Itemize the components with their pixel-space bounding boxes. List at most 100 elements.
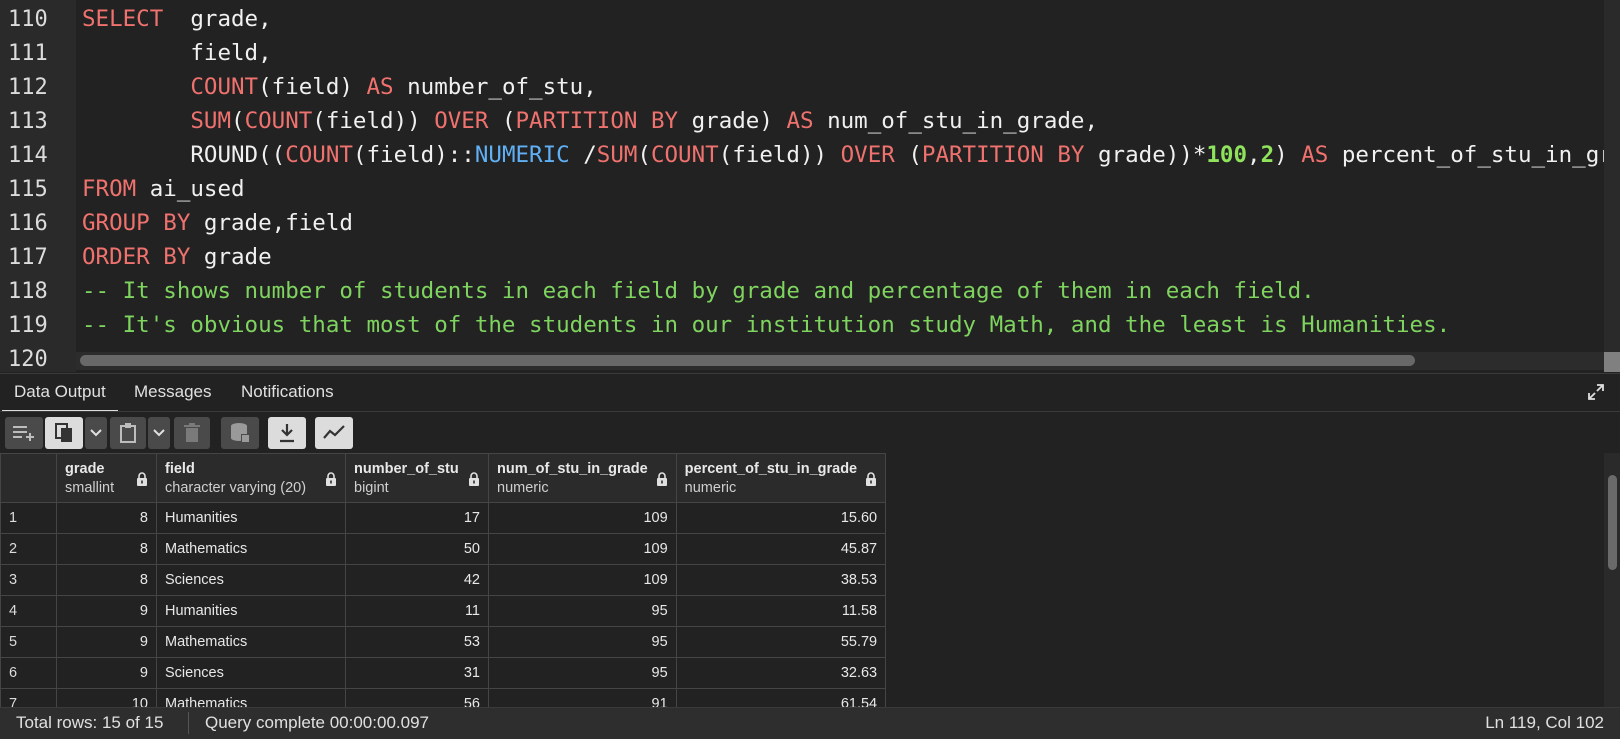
code-line[interactable]: FROM ai_used — [82, 172, 245, 207]
code-token: PARTITION BY — [921, 142, 1085, 168]
code-line[interactable]: GROUP BY grade,field — [82, 206, 353, 241]
table-cell[interactable]: Mathematics — [156, 626, 346, 658]
table-cell[interactable]: 8 — [56, 533, 157, 565]
grid-scrollbar-thumb[interactable] — [1608, 475, 1617, 570]
table-cell[interactable]: 109 — [488, 533, 677, 565]
column-header-percent-of-stu-in-grade[interactable]: percent_of_stu_in_grade numeric — [675, 453, 887, 503]
table-cell[interactable]: 42 — [345, 564, 489, 596]
table-cell[interactable]: 95 — [488, 595, 677, 627]
row-number-cell[interactable]: 6 — [0, 657, 57, 689]
table-cell[interactable]: 31 — [345, 657, 489, 689]
row-number-header[interactable] — [0, 453, 57, 503]
table-row[interactable]: 2 8 Mathematics 50 109 45.87 — [0, 533, 887, 565]
row-number-cell[interactable]: 3 — [0, 564, 57, 596]
table-cell[interactable]: 10 — [56, 688, 157, 707]
lock-icon — [326, 472, 336, 486]
editor-vertical-scrollbar[interactable] — [1604, 0, 1620, 372]
code-token: grade — [190, 244, 272, 270]
download-button[interactable] — [268, 417, 306, 449]
line-number: 116 — [8, 211, 48, 236]
sql-editor[interactable]: 110 111 112 113 114 115 116 117 118 119 120 SELECT… — [0, 0, 1620, 372]
line-number: 118 — [8, 279, 48, 304]
table-cell[interactable]: Mathematics — [156, 688, 346, 707]
row-number-cell[interactable]: 7 — [0, 688, 57, 707]
table-cell[interactable]: 91 — [488, 688, 677, 707]
editor-horizontal-scrollbar-thumb[interactable] — [80, 355, 1415, 366]
table-cell[interactable]: 55.79 — [675, 626, 887, 658]
column-header-number-of-stu[interactable]: number_of_stu bigint — [345, 453, 489, 503]
table-cell[interactable]: 11.58 — [675, 595, 887, 627]
code-token: num_of_stu_in_grade, — [813, 108, 1099, 134]
code-line[interactable]: ROUND((COUNT(field)::NUMERIC /SUM(COUNT(… — [82, 138, 1604, 173]
expand-icon[interactable] — [1586, 382, 1606, 402]
table-cell[interactable]: 8 — [56, 564, 157, 596]
table-cell[interactable]: 38.53 — [675, 564, 887, 596]
table-cell[interactable]: 15.60 — [675, 502, 887, 534]
table-cell[interactable]: 50 — [345, 533, 489, 565]
paste-options-dropdown[interactable] — [148, 417, 170, 449]
line-number: 119 — [8, 313, 48, 338]
table-cell[interactable]: 11 — [345, 595, 489, 627]
code-token: COUNT — [650, 142, 719, 168]
table-cell[interactable]: 56 — [345, 688, 489, 707]
table-cell[interactable]: 9 — [56, 657, 157, 689]
code-token: PARTITION BY — [515, 108, 679, 134]
table-cell[interactable]: 32.63 — [675, 657, 887, 689]
column-header-num-of-stu-in-grade[interactable]: num_of_stu_in_grade numeric — [488, 453, 677, 503]
table-cell[interactable]: 109 — [488, 564, 677, 596]
code-line[interactable]: -- It shows number of students in each f… — [82, 274, 1315, 309]
table-cell[interactable]: Humanities — [156, 502, 346, 534]
code-line[interactable]: SUM(COUNT(field)) OVER (PARTITION BY gra… — [82, 104, 1098, 139]
table-cell[interactable]: 9 — [56, 626, 157, 658]
add-row-button[interactable] — [5, 417, 43, 449]
column-header-field[interactable]: field character varying (20) — [156, 453, 346, 503]
copy-options-dropdown[interactable] — [85, 417, 107, 449]
code-token: (field) — [258, 74, 367, 100]
code-line[interactable]: -- It's obvious that most of the student… — [82, 308, 1450, 343]
row-number-cell[interactable]: 4 — [0, 595, 57, 627]
copy-button[interactable] — [45, 417, 83, 449]
code-line[interactable]: SELECT grade, — [82, 2, 272, 37]
graph-visualiser-button[interactable] — [315, 417, 353, 449]
table-cell[interactable]: Humanities — [156, 595, 346, 627]
query-complete-label: Query complete 00:00:00.097 — [205, 713, 429, 732]
paste-button[interactable] — [110, 417, 146, 449]
column-header-grade[interactable]: grade smallint — [56, 453, 157, 503]
code-token: field, — [82, 40, 272, 66]
table-cell[interactable]: 8 — [56, 502, 157, 534]
table-cell[interactable]: 53 — [345, 626, 489, 658]
tab-data-output[interactable]: Data Output — [2, 374, 118, 413]
code-token: (field):: — [352, 142, 475, 168]
row-number-cell[interactable]: 2 — [0, 533, 57, 565]
table-cell[interactable]: 95 — [488, 657, 677, 689]
table-cell[interactable]: 95 — [488, 626, 677, 658]
table-cell[interactable]: 17 — [345, 502, 489, 534]
lock-icon — [137, 472, 147, 486]
tab-messages[interactable]: Messages — [122, 374, 223, 410]
table-row[interactable]: 7 10 Mathematics 56 91 61.54 — [0, 688, 887, 707]
table-cell[interactable]: Sciences — [156, 564, 346, 596]
code-line[interactable]: field, — [82, 36, 272, 71]
code-line[interactable]: ORDER BY grade — [82, 240, 272, 275]
table-row[interactable]: 1 8 Humanities 17 109 15.60 — [0, 502, 887, 534]
table-cell[interactable]: 109 — [488, 502, 677, 534]
table-cell[interactable]: 9 — [56, 595, 157, 627]
table-cell[interactable]: 61.54 — [675, 688, 887, 707]
save-data-button[interactable] — [221, 417, 259, 449]
table-cell[interactable]: Sciences — [156, 657, 346, 689]
table-cell[interactable]: Mathematics — [156, 533, 346, 565]
column-type: numeric — [684, 479, 737, 496]
tab-notifications[interactable]: Notifications — [229, 374, 346, 410]
row-number-cell[interactable]: 5 — [0, 626, 57, 658]
table-row[interactable]: 3 8 Sciences 42 109 38.53 — [0, 564, 887, 596]
code-area[interactable]: SELECT grade, field, COUNT(field) AS num… — [82, 0, 1604, 352]
code-token: GROUP BY — [82, 210, 191, 236]
column-name: grade — [65, 460, 105, 477]
row-number-cell[interactable]: 1 — [0, 502, 57, 534]
table-row[interactable]: 4 9 Humanities 11 95 11.58 — [0, 595, 887, 627]
table-row[interactable]: 6 9 Sciences 31 95 32.63 — [0, 657, 887, 689]
code-line[interactable]: COUNT(field) AS number_of_stu, — [82, 70, 596, 105]
table-row[interactable]: 5 9 Mathematics 53 95 55.79 — [0, 626, 887, 658]
table-cell[interactable]: 45.87 — [675, 533, 887, 565]
delete-row-button[interactable] — [174, 417, 210, 449]
